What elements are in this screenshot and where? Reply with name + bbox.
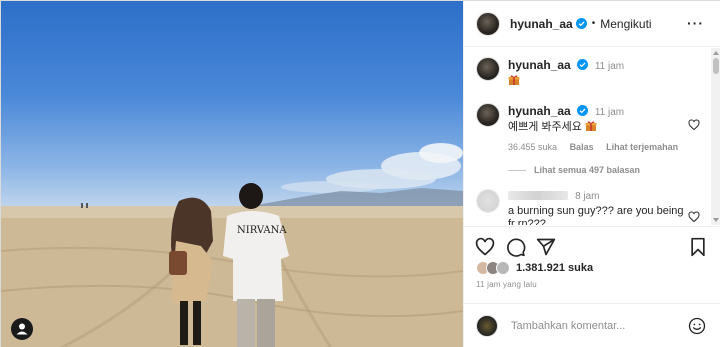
like-heart-icon[interactable]: [475, 237, 495, 257]
reply-button[interactable]: Balas: [570, 142, 594, 152]
comment-avatar[interactable]: [476, 103, 500, 127]
comment-time[interactable]: 11 jam: [595, 107, 624, 118]
comment-username[interactable]: hyunah_aa: [508, 104, 571, 118]
post-photo[interactable]: NIRVANA: [1, 1, 463, 347]
author-username[interactable]: hyunah_aa: [510, 17, 573, 31]
scroll-thumb[interactable]: [713, 58, 719, 74]
post-timestamp[interactable]: 11 jam yang lalu: [476, 280, 537, 289]
comments-scrollbar[interactable]: [711, 48, 720, 225]
comment-icon[interactable]: [506, 237, 526, 257]
comment-input[interactable]: Tambahkan komentar...: [511, 320, 625, 332]
add-comment-box: Tambahkan komentar...: [464, 303, 720, 347]
caption-time[interactable]: 11 jam: [595, 61, 624, 72]
more-options-icon[interactable]: ···: [687, 16, 704, 30]
post-modal: NIRVANA hyunah_aa • Mengikuti ··· hyunah…: [0, 0, 720, 347]
tag-user-button[interactable]: [11, 318, 33, 340]
current-user-avatar: [476, 315, 498, 337]
comments-list[interactable]: hyunah_aa 11 jam hyunah_aa 11 jam 예쁘게 봐주…: [464, 48, 720, 225]
save-bookmark-icon[interactable]: [688, 237, 708, 257]
verified-badge-icon: [575, 18, 587, 29]
caption-username[interactable]: hyunah_aa: [508, 58, 571, 72]
liker-avatar: [496, 261, 510, 275]
share-icon[interactable]: [536, 237, 556, 257]
scroll-up-icon[interactable]: [713, 51, 719, 55]
view-replies-label[interactable]: Lihat semua 497 balasan: [534, 165, 640, 175]
likes-summary[interactable]: 1.381.921 suka: [476, 261, 593, 275]
comment-likes[interactable]: 36.455 suka: [508, 142, 557, 152]
user-icon: [16, 323, 28, 335]
comment-body: hyunah_aa 11 jam 예쁘게 봐주세요 36.455 suka Ba…: [508, 103, 688, 154]
translate-button[interactable]: Lihat terjemahan: [606, 142, 678, 152]
gift-icon: [508, 75, 520, 85]
photo-scene: NIRVANA: [1, 143, 463, 347]
svg-text:NIRVANA: NIRVANA: [237, 225, 287, 236]
post-header: hyunah_aa • Mengikuti ···: [464, 1, 720, 47]
emoji-icon[interactable]: [688, 317, 706, 335]
comment-username-blurred[interactable]: [508, 191, 568, 200]
comment-body: 8 jam a burning sun guy??? are you being…: [508, 189, 688, 225]
post-side-panel: hyunah_aa • Mengikuti ··· hyunah_aa 11 j…: [463, 1, 720, 347]
replies-divider: [508, 169, 526, 171]
verified-badge-icon: [576, 59, 588, 70]
comment-text: a burning sun guy??? are you being fr rn…: [508, 205, 684, 225]
comment-like-heart-icon[interactable]: [688, 119, 700, 131]
follow-status-button[interactable]: Mengikuti: [600, 17, 651, 31]
view-replies-button[interactable]: Lihat semua 497 balasan: [508, 165, 640, 175]
action-bar: [464, 226, 720, 266]
author-avatar[interactable]: [476, 11, 500, 36]
comment-avatar[interactable]: [476, 189, 500, 213]
caption-row: hyunah_aa 11 jam: [476, 57, 624, 88]
scroll-down-icon[interactable]: [713, 218, 719, 222]
likes-count[interactable]: 1.381.921 suka: [516, 262, 593, 274]
comment-meta: 36.455 suka Balas Lihat terjemahan: [508, 141, 688, 154]
gift-icon: [585, 121, 597, 131]
caption-avatar[interactable]: [476, 57, 500, 81]
comment-like-heart-icon[interactable]: [688, 211, 700, 223]
comment-time[interactable]: 8 jam: [575, 191, 599, 202]
comment-text: 예쁘게 봐주세요: [508, 121, 582, 133]
separator-dot: •: [591, 18, 596, 29]
comment-item: hyunah_aa 11 jam 예쁘게 봐주세요 36.455 suka Ba…: [476, 103, 688, 154]
comment-item: 8 jam a burning sun guy??? are you being…: [476, 189, 688, 225]
caption-text: hyunah_aa 11 jam: [508, 57, 624, 88]
verified-badge-icon: [576, 105, 588, 116]
